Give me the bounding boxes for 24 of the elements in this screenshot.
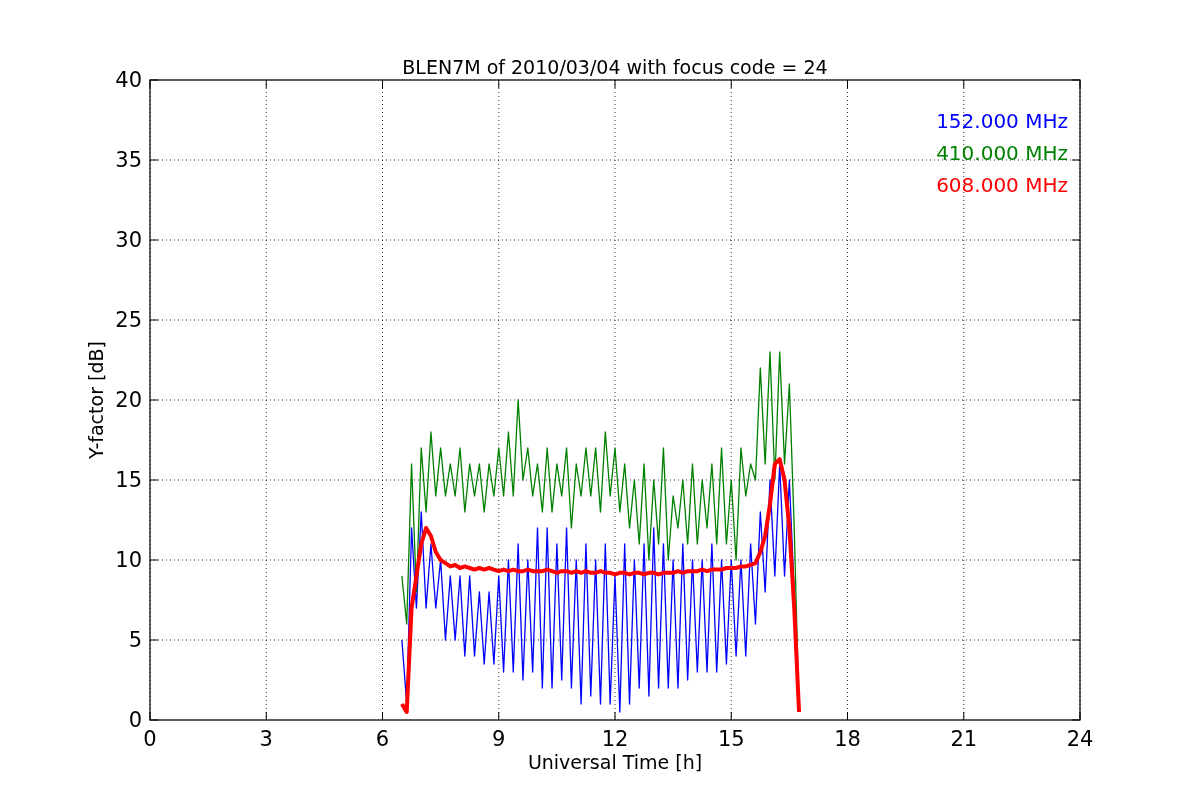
tick-label: 21 xyxy=(950,727,978,751)
legend-label: 152.000 MHz xyxy=(936,109,1068,133)
tick-label: 18 xyxy=(834,727,861,751)
tick-label: 20 xyxy=(115,388,142,412)
legend-label: 410.000 MHz xyxy=(936,141,1068,165)
tick-label: 25 xyxy=(115,308,142,332)
tick-label: 30 xyxy=(115,228,142,252)
tick-label: 5 xyxy=(128,628,142,652)
tick-label: 40 xyxy=(115,68,142,92)
tick-label: 0 xyxy=(128,708,142,732)
tick-label: 10 xyxy=(115,548,142,572)
y-axis-label: Y-factor [dB] xyxy=(85,341,107,459)
tick-label: 15 xyxy=(717,727,745,751)
tick-label: 6 xyxy=(375,727,390,751)
tick-label: 35 xyxy=(115,148,142,172)
legend-label: 608.000 MHz xyxy=(936,173,1068,197)
tick-label: 3 xyxy=(259,727,273,751)
tick-label: 15 xyxy=(115,468,142,492)
tick-label: 0 xyxy=(143,727,157,751)
tick-label: 9 xyxy=(492,727,506,751)
chart-title: BLEN7M of 2010/03/04 with focus code = 24 xyxy=(402,56,828,78)
x-axis-label: Universal Time [h] xyxy=(527,751,703,773)
tick-label: 12 xyxy=(601,727,629,751)
tick-label: 24 xyxy=(1066,727,1094,751)
